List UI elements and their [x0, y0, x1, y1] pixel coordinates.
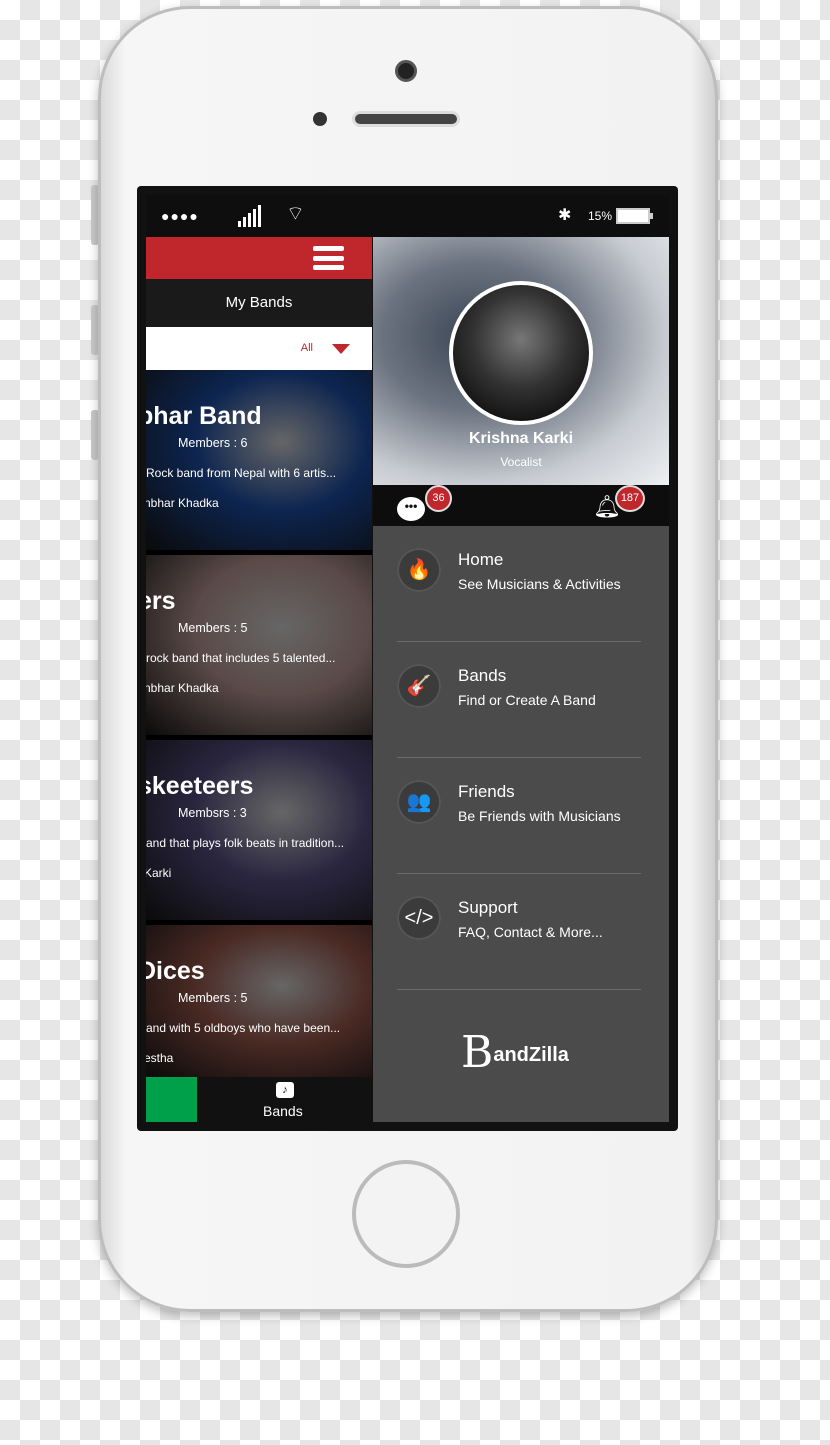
- band-members: Members : 6: [178, 436, 248, 450]
- side-drawer: Krishna Karki Vocalist ••• 36 🔔︎ 187 🔥 Ho…: [373, 237, 669, 1122]
- menu-item-subtitle: See Musicians & Activities: [458, 576, 621, 592]
- status-bar: ●●●● ⌔ ✱ 15%: [146, 195, 669, 237]
- band-name: bhar Band: [146, 402, 262, 430]
- wifi-icon: ⌔: [286, 203, 305, 225]
- band-members: Members : 5: [178, 621, 248, 635]
- notifications-badge: 187: [615, 485, 645, 512]
- earpiece-speaker: [352, 111, 460, 127]
- code-icon: </>: [397, 896, 441, 940]
- flame-icon: 🔥: [397, 548, 441, 592]
- menu-item-friends[interactable]: 👥 Friends Be Friends with Musicians: [397, 758, 641, 874]
- band-members: Membsrs : 3: [178, 806, 247, 820]
- chevron-down-icon: [332, 344, 350, 354]
- home-button[interactable]: [352, 1160, 460, 1268]
- bottom-nav: ♪ Bands: [146, 1077, 372, 1122]
- guitar-icon: ♪: [276, 1082, 294, 1098]
- band-description: and with 5 oldboys who have been...: [146, 1021, 341, 1035]
- battery-percent: 15%: [588, 209, 613, 223]
- messages-badge: 36: [425, 485, 452, 512]
- band-name: ers: [146, 587, 176, 615]
- profile-role: Vocalist: [500, 455, 542, 469]
- battery-icon: [616, 208, 653, 224]
- guitar-icon: 🎸: [397, 664, 441, 708]
- front-camera: [395, 60, 417, 82]
- band-owner: estha: [146, 1051, 174, 1065]
- profile-header: Krishna Karki Vocalist: [373, 237, 669, 485]
- menu-item-subtitle: FAQ, Contact & More...: [458, 924, 603, 940]
- band-owner: Karki: [146, 866, 172, 880]
- band-card[interactable]: bhar Band Members : 6 Rock band from Nepal…: [146, 370, 372, 550]
- menu-item-title: Support: [458, 898, 518, 917]
- band-card[interactable]: skeeteers Membsrs : 3 and that plays folk …: [146, 740, 372, 920]
- filter-dropdown[interactable]: All: [146, 327, 372, 370]
- bandzilla-logo: BandZilla: [461, 1027, 569, 1078]
- cell-signal-icon: [238, 205, 261, 227]
- notification-bar: ••• 36 🔔︎ 187: [373, 485, 669, 526]
- band-description: rock band that includes 5 talented...: [146, 651, 336, 665]
- menu-item-title: Home: [458, 550, 504, 569]
- menu-item-subtitle: Be Friends with Musicians: [458, 808, 621, 824]
- menu-item-subtitle: Find or Create A Band: [458, 692, 596, 708]
- menu-item-title: Friends: [458, 782, 515, 801]
- menu-item-title: Bands: [458, 666, 507, 685]
- menu-item-support[interactable]: </> Support FAQ, Contact & More...: [397, 874, 641, 990]
- my-bands-panel: My Bands All bhar Band Members : 6 Rock ba…: [146, 237, 372, 1122]
- band-name: Dices: [146, 957, 205, 985]
- sensor: [313, 112, 327, 126]
- friends-icon: 👥: [397, 780, 441, 824]
- band-owner: nbhar Khadka: [146, 681, 219, 695]
- band-members: Members : 5: [178, 991, 248, 1005]
- header-bar: [146, 237, 372, 279]
- signal-dots: ●●●●: [161, 208, 199, 224]
- band-card[interactable]: ersMembers : 5 rock band that includes 5 …: [146, 555, 372, 735]
- band-name: skeeteers: [146, 772, 254, 800]
- menu-item-home[interactable]: 🔥 Home See Musicians & Activities: [397, 526, 641, 642]
- nav-tab-bands[interactable]: Bands: [263, 1103, 303, 1119]
- page-title: My Bands: [146, 279, 372, 327]
- band-description: Rock band from Nepal with 6 artis...: [146, 466, 337, 480]
- hamburger-menu-icon[interactable]: [313, 246, 344, 270]
- bluetooth-icon: ✱: [558, 207, 572, 224]
- menu-item-bands[interactable]: 🎸 Bands Find or Create A Band: [397, 642, 641, 758]
- profile-name: Krishna Karki: [468, 430, 574, 447]
- nav-tab-active[interactable]: [146, 1077, 197, 1122]
- band-owner: nbhar Khadka: [146, 496, 219, 510]
- chat-icon[interactable]: •••: [397, 497, 425, 521]
- band-card[interactable]: Dices Members : 5 and with 5 oldboys who h…: [146, 925, 372, 1077]
- band-description: and that plays folk beats in tradition..…: [146, 836, 345, 850]
- filter-value: All: [300, 342, 313, 354]
- avatar[interactable]: [449, 281, 593, 425]
